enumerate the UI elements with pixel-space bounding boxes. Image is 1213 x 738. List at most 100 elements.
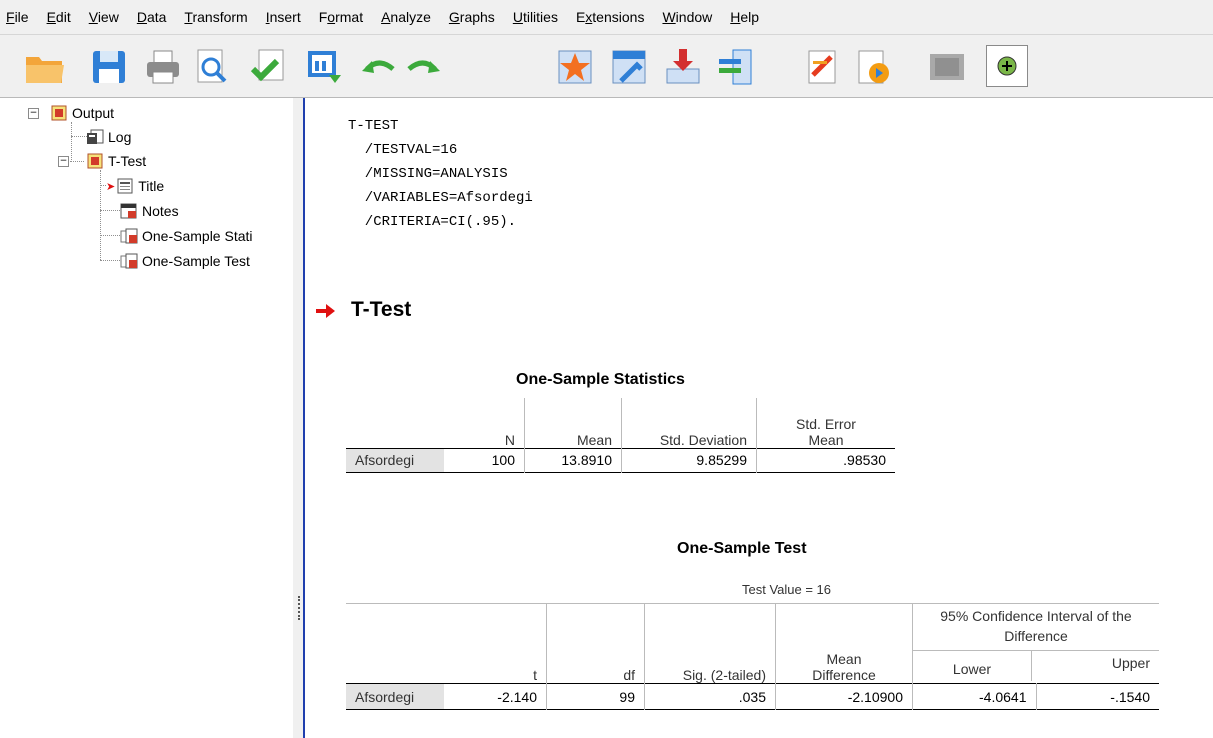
menu-extensions[interactable]: Extensions: [570, 0, 657, 34]
test-value-label: Test Value = 16: [742, 582, 832, 597]
tree-connector: [100, 235, 120, 236]
test-table[interactable]: t df Sig. (2-tailed) Mean Difference 95% …: [346, 603, 1159, 710]
outline-pane: − Output Log − T-Test ➤ Title Notes One-…: [0, 98, 293, 738]
create-script-icon[interactable]: [986, 45, 1028, 87]
col-header-std-error-mean: Std. Error Mean: [757, 398, 896, 448]
menu-edit[interactable]: Edit: [41, 0, 83, 34]
syntax-line: /TESTVAL=16: [348, 142, 458, 158]
open-icon[interactable]: [22, 45, 68, 89]
menu-window[interactable]: Window: [656, 0, 724, 34]
cell-lower: -4.0641: [912, 683, 1037, 710]
ci-header-line2: Difference: [1004, 628, 1068, 644]
cell-sig: .035: [644, 683, 776, 710]
menu-data-label: ata: [146, 9, 167, 25]
menu-analyze[interactable]: Analyze: [375, 0, 443, 34]
menu-utilities[interactable]: Utilities: [507, 0, 570, 34]
tree-label-notes: Notes: [142, 203, 179, 219]
menu-insert[interactable]: Insert: [260, 0, 313, 34]
tree-connector: [71, 136, 72, 162]
tree-item-ttest[interactable]: T-Test: [86, 150, 146, 172]
title-icon: [116, 178, 134, 194]
collapse-ttest-toggle[interactable]: −: [58, 156, 69, 167]
tree-item-output[interactable]: Output: [50, 102, 114, 124]
cell-std-deviation: 9.85299: [621, 448, 757, 472]
menu-graphs-label: raphs: [459, 9, 495, 25]
tree-connector: [100, 260, 120, 261]
col-header-t: t: [444, 603, 547, 684]
splitter-grip[interactable]: [298, 596, 302, 620]
menu-graphs[interactable]: Graphs: [443, 0, 507, 34]
toolbar: [0, 35, 1213, 98]
pivot-table-icon: [120, 228, 138, 244]
tree-connector: [71, 136, 87, 137]
menu-help-key: H: [730, 9, 741, 25]
tree-connector: [71, 122, 72, 136]
ttest-book-icon: [86, 153, 104, 169]
goto-variable-icon[interactable]: [606, 45, 652, 89]
select-output-icon[interactable]: [850, 45, 896, 89]
cell-mean-difference: -2.10900: [775, 683, 913, 710]
tree-label-output: Output: [72, 105, 115, 121]
statistics-table[interactable]: N Mean Std. Deviation Std. Error Mean Afs…: [346, 398, 895, 473]
syntax-line: T-TEST: [348, 118, 399, 134]
menu-transform[interactable]: Transform: [178, 0, 259, 34]
menu-help[interactable]: Help: [724, 0, 771, 34]
notes-icon: [120, 203, 138, 219]
export-icon[interactable]: [244, 45, 290, 89]
menu-window-key: W: [662, 9, 676, 25]
insert-cases-icon[interactable]: [660, 45, 706, 89]
tree-item-title[interactable]: ➤ Title: [106, 175, 164, 197]
ci-subheader: Lower Upper: [913, 650, 1159, 681]
menu-extensions-label: tensions: [592, 9, 645, 25]
col-header-lower: Lower: [913, 651, 1032, 681]
tree-label-title: Title: [138, 178, 165, 194]
table-row: Afsordegi 100 13.8910 9.85299 .98530: [346, 448, 895, 472]
std-error-line1: Std. Error: [796, 415, 856, 432]
test-table-title: One-Sample Test: [677, 540, 807, 557]
mean-diff-line2: Difference: [812, 667, 876, 683]
menu-window-label: indow: [675, 9, 713, 25]
syntax-block: T-TEST /TESTVAL=16 /MISSING=ANALYSIS /VA…: [348, 114, 533, 234]
redo-icon[interactable]: [400, 45, 446, 89]
print-preview-icon[interactable]: [188, 45, 234, 89]
ci-header: 95% Confidence Interval of the Difference: [913, 604, 1159, 646]
menu-data[interactable]: Data: [131, 0, 179, 34]
menu-format-label: rmat: [335, 9, 364, 25]
col-header-df: df: [546, 603, 645, 684]
tree-label-one-sample-test: One-Sample Test: [142, 253, 250, 269]
cell-df: 99: [546, 683, 645, 710]
tree-label-ttest: T-Test: [108, 153, 147, 169]
menu-file[interactable]: File: [0, 0, 41, 34]
syntax-line: /CRITERIA=CI(.95).: [348, 214, 517, 230]
disabled-icon: [924, 45, 970, 89]
menu-view-key: V: [88, 9, 98, 25]
tree-item-one-sample-statistics[interactable]: One-Sample Stati: [120, 225, 253, 247]
output-book-icon: [50, 105, 68, 121]
menu-analyze-label: nalyze: [390, 9, 431, 25]
save-icon[interactable]: [86, 45, 132, 89]
tree-item-notes[interactable]: Notes: [120, 200, 179, 222]
menu-view[interactable]: View: [83, 0, 131, 34]
cell-mean: 13.8910: [524, 448, 622, 472]
menu-format[interactable]: Format: [313, 0, 375, 34]
menu-edit-key: E: [46, 9, 56, 25]
row-label: Afsordegi: [346, 683, 444, 710]
menu-utilities-label: tilities: [522, 9, 558, 25]
goto-data-icon[interactable]: [552, 45, 598, 89]
print-icon[interactable]: [140, 45, 186, 89]
menu-bar: File Edit View Data Transform Insert For…: [0, 0, 1213, 35]
pivot-table-icon: [120, 253, 138, 269]
menu-file-label: ile: [14, 9, 29, 25]
collapse-output-toggle[interactable]: −: [28, 108, 39, 119]
designate-window-icon[interactable]: [800, 45, 846, 89]
recall-dialog-icon[interactable]: [300, 45, 346, 89]
tree-item-log[interactable]: Log: [86, 126, 131, 148]
undo-icon[interactable]: [356, 45, 402, 89]
tree-item-one-sample-test[interactable]: One-Sample Test: [120, 250, 250, 272]
tree-connector: [100, 210, 120, 211]
pane-splitter[interactable]: [293, 98, 305, 738]
col-header-std-deviation: Std. Deviation: [621, 398, 757, 448]
split-file-icon[interactable]: [712, 45, 758, 89]
menu-file-key: F: [6, 9, 15, 25]
tree-label-log: Log: [108, 129, 132, 145]
